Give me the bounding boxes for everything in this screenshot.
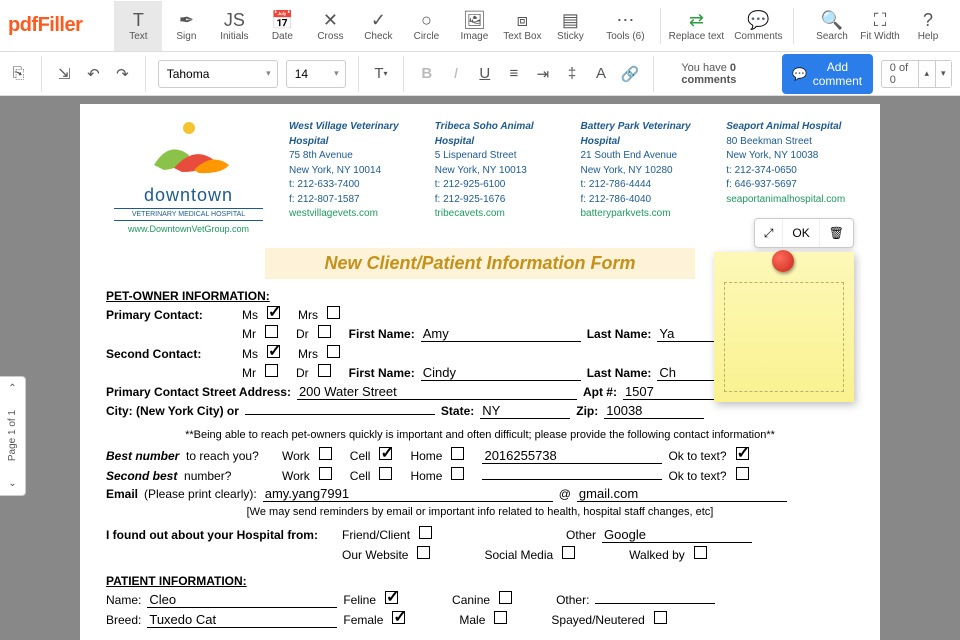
hospital-logo: downtown VETERINARY MEDICAL HOSPITAL www… xyxy=(106,120,271,234)
sticky-toolbar: ⤢ OK 🗑 xyxy=(754,218,854,248)
mr-checkbox-2[interactable] xyxy=(265,364,278,377)
size-select[interactable]: 14 xyxy=(286,60,346,88)
firstname-1-field[interactable]: Amy xyxy=(421,326,581,342)
tool-search[interactable]: 🔍Search xyxy=(808,1,856,51)
italic-icon[interactable]: I xyxy=(445,60,466,88)
location-1: West Village Veterinary Hospital75 8th A… xyxy=(289,120,417,234)
male-cb[interactable] xyxy=(494,611,507,624)
firstname-2-field[interactable]: Cindy xyxy=(421,365,581,381)
website-cb[interactable] xyxy=(417,546,430,559)
pet-name-field[interactable]: Cleo xyxy=(147,592,337,608)
chevron-down-icon[interactable]: ⌄ xyxy=(8,478,16,489)
work-cb-1[interactable] xyxy=(319,447,332,460)
apt-field[interactable]: 1507 xyxy=(623,384,723,400)
tool-fitwidth[interactable]: ⛶Fit Width xyxy=(856,1,904,51)
redo-icon[interactable]: ↷ xyxy=(112,60,133,88)
tool-cross[interactable]: ✕Cross xyxy=(306,1,354,51)
tool-more[interactable]: ⋯Tools (6) xyxy=(594,1,656,51)
tool-sign[interactable]: ✒Sign xyxy=(162,1,210,51)
tool-image[interactable]: 🖼Image xyxy=(450,1,498,51)
page-nav: 0 of 0 ▴ ▾ xyxy=(881,60,952,88)
tool-sticky[interactable]: ▤Sticky xyxy=(546,1,594,51)
tool-check[interactable]: ✓Check xyxy=(354,1,402,51)
cell-cb-2[interactable] xyxy=(379,467,392,480)
font-select[interactable]: Tahoma xyxy=(158,60,278,88)
female-cb[interactable] xyxy=(392,611,405,624)
sticky-move-icon[interactable]: ⤢ xyxy=(755,219,784,247)
zip-field[interactable]: 10038 xyxy=(604,403,704,419)
form-title: New Client/Patient Information Form xyxy=(265,248,695,279)
page-indicator: ⌃ Page 1 of 1 ⌄ xyxy=(0,376,26,496)
undo-icon[interactable]: ↶ xyxy=(83,60,104,88)
sticky-delete-icon[interactable]: 🗑 xyxy=(820,219,853,247)
ms-checkbox-2[interactable] xyxy=(267,345,280,358)
phone-2-field[interactable] xyxy=(482,479,662,480)
tool-initials[interactable]: JSInitials xyxy=(210,1,258,51)
copy-icon[interactable]: ⎘ xyxy=(8,60,29,88)
tool-text[interactable]: TText xyxy=(114,1,162,51)
home-cb-2[interactable] xyxy=(451,467,464,480)
export-icon[interactable]: ⇲ xyxy=(54,60,75,88)
tool-circle[interactable]: ○Circle xyxy=(402,1,450,51)
chevron-up-icon[interactable]: ⌃ xyxy=(8,383,16,394)
bold-icon[interactable]: B xyxy=(416,60,437,88)
address-field[interactable]: 200 Water Street xyxy=(297,384,577,400)
cell-cb-1[interactable] xyxy=(379,447,392,460)
email-reminder-note: [We may send reminders by email or impor… xyxy=(106,506,854,518)
other-species-field[interactable] xyxy=(595,603,715,604)
other-source-field[interactable]: Google xyxy=(602,527,752,543)
section-patient: PATIENT INFORMATION: xyxy=(106,574,854,588)
social-cb[interactable] xyxy=(562,546,575,559)
indent-icon[interactable]: ⇥ xyxy=(532,60,553,88)
comment-icon: 💬 xyxy=(792,67,807,81)
tool-textbox[interactable]: ⧈Text Box xyxy=(498,1,546,51)
friend-cb[interactable] xyxy=(419,526,432,539)
textcolor-icon[interactable]: A xyxy=(591,60,612,88)
mr-checkbox-1[interactable] xyxy=(265,325,278,338)
pin-icon xyxy=(772,250,794,272)
canine-cb[interactable] xyxy=(499,591,512,604)
email-local-field[interactable]: amy.yang7991 xyxy=(263,486,553,502)
walkedby-cb[interactable] xyxy=(694,546,707,559)
oktext-cb-2[interactable] xyxy=(736,467,749,480)
add-comment-button[interactable]: 💬Add comment xyxy=(782,54,873,94)
home-cb-1[interactable] xyxy=(451,447,464,460)
tool-help[interactable]: ?Help xyxy=(904,1,952,51)
dr-checkbox-1[interactable] xyxy=(318,325,331,338)
location-4: Seaport Animal Hospital80 Beekman Street… xyxy=(726,120,854,234)
mrs-checkbox-1[interactable] xyxy=(327,306,340,319)
align-icon[interactable]: ≡ xyxy=(503,60,524,88)
sticky-note[interactable]: ⤢ OK 🗑 xyxy=(714,252,854,412)
textsize-icon[interactable]: T▾ xyxy=(370,60,391,88)
underline-icon[interactable]: U xyxy=(474,60,495,88)
work-cb-2[interactable] xyxy=(319,467,332,480)
city-field[interactable] xyxy=(245,414,435,415)
brand-logo: pdfFiller xyxy=(8,14,82,37)
phone-1-field[interactable]: 2016255738 xyxy=(482,448,662,464)
email-domain-field[interactable]: gmail.com xyxy=(577,486,787,502)
feline-cb[interactable] xyxy=(385,591,398,604)
page-up-icon[interactable]: ▴ xyxy=(918,61,934,87)
breed-field[interactable]: Tuxedo Cat xyxy=(147,612,337,628)
spayed-cb[interactable] xyxy=(654,611,667,624)
mrs-checkbox-2[interactable] xyxy=(327,345,340,358)
page-down-icon[interactable]: ▾ xyxy=(935,61,951,87)
link-icon[interactable]: 🔗 xyxy=(620,60,641,88)
tool-replace-text[interactable]: ⇄Replace text xyxy=(665,1,727,51)
comments-count: You have 0 comments xyxy=(673,62,774,86)
sticky-textarea[interactable] xyxy=(724,282,844,392)
lineheight-icon[interactable]: ‡ xyxy=(561,60,582,88)
oktext-cb-1[interactable] xyxy=(736,447,749,460)
location-3: Battery Park Veterinary Hospital21 South… xyxy=(581,120,709,234)
tool-date[interactable]: 📅Date xyxy=(258,1,306,51)
contact-note: **Being able to reach pet-owners quickly… xyxy=(106,429,854,441)
document-page[interactable]: downtown VETERINARY MEDICAL HOSPITAL www… xyxy=(80,104,880,640)
state-field[interactable]: NY xyxy=(480,403,570,419)
location-2: Tribeca Soho Animal Hospital5 Lispenard … xyxy=(435,120,563,234)
dr-checkbox-2[interactable] xyxy=(318,364,331,377)
ms-checkbox-1[interactable] xyxy=(267,306,280,319)
sticky-ok-button[interactable]: OK xyxy=(783,219,819,247)
tool-comments[interactable]: 💬Comments xyxy=(727,1,789,51)
